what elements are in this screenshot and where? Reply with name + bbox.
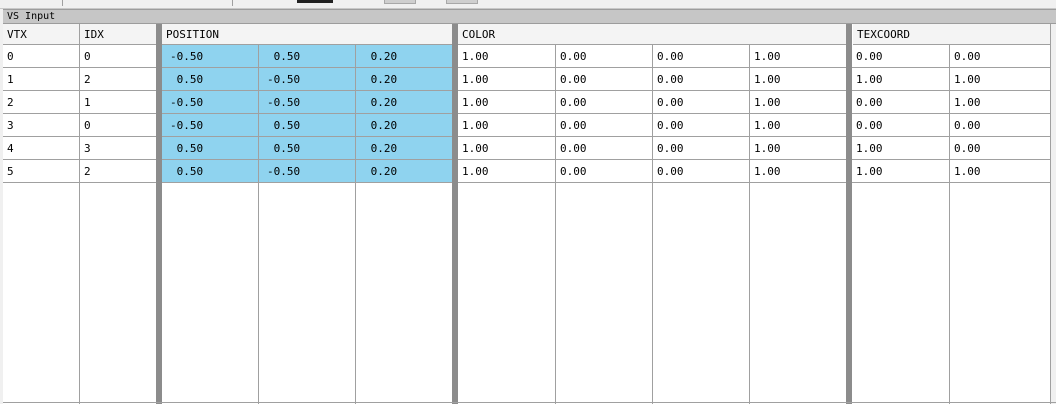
toolbar-separator (232, 0, 233, 6)
grid-line (3, 402, 1056, 403)
cell-color-b[interactable]: 0.00 (653, 137, 749, 160)
cell-position-z[interactable]: 0.20 (356, 114, 452, 137)
column-group-divider[interactable] (156, 24, 162, 404)
cell-texcoord-v[interactable]: 1.00 (950, 91, 1050, 114)
grid-line (555, 45, 556, 404)
cell-color-a[interactable]: 1.00 (750, 68, 846, 91)
cell-texcoord-v[interactable]: 0.00 (950, 114, 1050, 137)
cell-position-x[interactable]: 0.50 (162, 68, 258, 91)
cell-idx[interactable]: 0 (80, 114, 156, 137)
cell-color-r[interactable]: 1.00 (458, 68, 555, 91)
cell-texcoord-v[interactable]: 1.00 (950, 68, 1050, 91)
grid-line (749, 45, 750, 404)
cell-color-g[interactable]: 0.00 (556, 68, 652, 91)
cell-color-g[interactable]: 0.00 (556, 114, 652, 137)
cell-texcoord-v[interactable]: 1.00 (950, 160, 1050, 183)
column-header-texcoord[interactable]: TEXCOORD (853, 24, 1051, 45)
cell-vtx[interactable]: 4 (3, 137, 79, 160)
cell-texcoord-u[interactable]: 1.00 (852, 68, 949, 91)
cell-texcoord-u[interactable]: 1.00 (852, 137, 949, 160)
cell-color-b[interactable]: 0.00 (653, 68, 749, 91)
cell-texcoord-v[interactable]: 0.00 (950, 45, 1050, 68)
cell-position-z[interactable]: 0.20 (356, 91, 452, 114)
cell-position-y[interactable]: 0.50 (259, 114, 355, 137)
cell-position-z[interactable]: 0.20 (356, 68, 452, 91)
cell-color-b[interactable]: 0.00 (653, 91, 749, 114)
cell-position-y[interactable]: 0.50 (259, 137, 355, 160)
cell-position-y[interactable]: -0.50 (259, 91, 355, 114)
cell-color-r[interactable]: 1.00 (458, 160, 555, 183)
cell-color-r[interactable]: 1.00 (458, 114, 555, 137)
cell-texcoord-v[interactable]: 0.00 (950, 137, 1050, 160)
grid-line (949, 45, 950, 404)
grid-line (652, 45, 653, 404)
cell-color-a[interactable]: 1.00 (750, 160, 846, 183)
cell-position-z[interactable]: 0.20 (356, 160, 452, 183)
cell-color-b[interactable]: 0.00 (653, 45, 749, 68)
cell-position-z[interactable]: 0.20 (356, 137, 452, 160)
column-group-divider[interactable] (452, 24, 458, 404)
cell-position-z[interactable]: 0.20 (356, 45, 452, 68)
grid-line (79, 24, 80, 404)
cell-texcoord-u[interactable]: 0.00 (852, 91, 949, 114)
column-header-idx[interactable]: IDX (80, 24, 156, 45)
cell-vtx[interactable]: 0 (3, 45, 79, 68)
cell-position-x[interactable]: -0.50 (162, 45, 258, 68)
cell-position-y[interactable]: -0.50 (259, 160, 355, 183)
cell-texcoord-u[interactable]: 1.00 (852, 160, 949, 183)
cell-color-a[interactable]: 1.00 (750, 45, 846, 68)
panel-title: VS Input (3, 9, 1056, 24)
cell-color-g[interactable]: 0.00 (556, 137, 652, 160)
cell-texcoord-u[interactable]: 0.00 (852, 45, 949, 68)
cell-color-b[interactable]: 0.00 (653, 160, 749, 183)
cell-color-b[interactable]: 0.00 (653, 114, 749, 137)
cell-position-y[interactable]: -0.50 (259, 68, 355, 91)
column-header-vtx[interactable]: VTX (3, 24, 80, 45)
cell-color-a[interactable]: 1.00 (750, 137, 846, 160)
cell-color-r[interactable]: 1.00 (458, 45, 555, 68)
cell-idx[interactable]: 2 (80, 160, 156, 183)
cell-color-g[interactable]: 0.00 (556, 45, 652, 68)
cell-idx[interactable]: 0 (80, 45, 156, 68)
column-header-color[interactable]: COLOR (458, 24, 846, 45)
cell-vtx[interactable]: 3 (3, 114, 79, 137)
cell-idx[interactable]: 2 (80, 68, 156, 91)
vertex-input-grid[interactable]: VTX IDX POSITION COLOR TEXCOORD 0 0 -0.50 … (3, 24, 1056, 404)
cell-position-x[interactable]: 0.50 (162, 160, 258, 183)
cell-idx[interactable]: 1 (80, 91, 156, 114)
cell-position-x[interactable]: -0.50 (162, 91, 258, 114)
column-header-position[interactable]: POSITION (162, 24, 454, 45)
cell-position-y[interactable]: 0.50 (259, 45, 355, 68)
toolbar-button[interactable] (446, 0, 478, 4)
grid-line (258, 45, 259, 404)
cell-color-a[interactable]: 1.00 (750, 114, 846, 137)
cell-vtx[interactable]: 2 (3, 91, 79, 114)
toolbar-button[interactable] (297, 0, 333, 3)
cell-color-a[interactable]: 1.00 (750, 91, 846, 114)
cell-idx[interactable]: 3 (80, 137, 156, 160)
cell-color-g[interactable]: 0.00 (556, 91, 652, 114)
cell-vtx[interactable]: 1 (3, 68, 79, 91)
cell-color-r[interactable]: 1.00 (458, 91, 555, 114)
column-group-divider[interactable] (846, 24, 852, 404)
cell-position-x[interactable]: -0.50 (162, 114, 258, 137)
cell-color-r[interactable]: 1.00 (458, 137, 555, 160)
toolbar-button[interactable] (384, 0, 416, 4)
cell-color-g[interactable]: 0.00 (556, 160, 652, 183)
toolbar-separator (62, 0, 63, 6)
vertical-scrollbar[interactable] (1050, 24, 1056, 404)
cell-texcoord-u[interactable]: 0.00 (852, 114, 949, 137)
grid-line (355, 45, 356, 404)
cell-position-x[interactable]: 0.50 (162, 137, 258, 160)
cell-vtx[interactable]: 5 (3, 160, 79, 183)
toolbar-strip (0, 0, 1056, 9)
